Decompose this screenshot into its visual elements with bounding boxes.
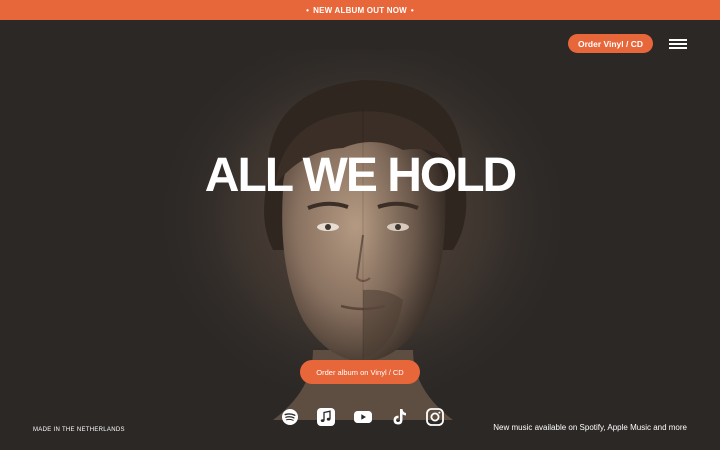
- order-vinyl-cd-button[interactable]: Order Vinyl / CD: [568, 34, 653, 53]
- made-in-label: MADE IN THE NETHERLANDS: [33, 427, 125, 433]
- tiktok-icon[interactable]: [389, 407, 409, 427]
- hamburger-menu-icon[interactable]: [667, 37, 689, 51]
- album-title: ALL WE HOLD: [204, 149, 517, 202]
- announcement-text: NEW ALBUM OUT NOW: [313, 5, 407, 15]
- instagram-icon[interactable]: [425, 407, 445, 427]
- hero-section: Order Vinyl / CD ALL WE HOLD Order album…: [3, 20, 717, 450]
- youtube-icon[interactable]: [353, 407, 373, 427]
- availability-text: New music available on Spotify, Apple Mu…: [493, 423, 687, 432]
- order-album-button[interactable]: Order album on Vinyl / CD: [300, 360, 420, 384]
- apple-music-icon[interactable]: [316, 407, 336, 427]
- announcement-bar[interactable]: • NEW ALBUM OUT NOW •: [0, 0, 720, 20]
- bullet-left: •: [306, 5, 310, 15]
- spotify-icon[interactable]: [280, 407, 300, 427]
- bullet-right: •: [410, 5, 414, 15]
- social-links: [280, 406, 445, 428]
